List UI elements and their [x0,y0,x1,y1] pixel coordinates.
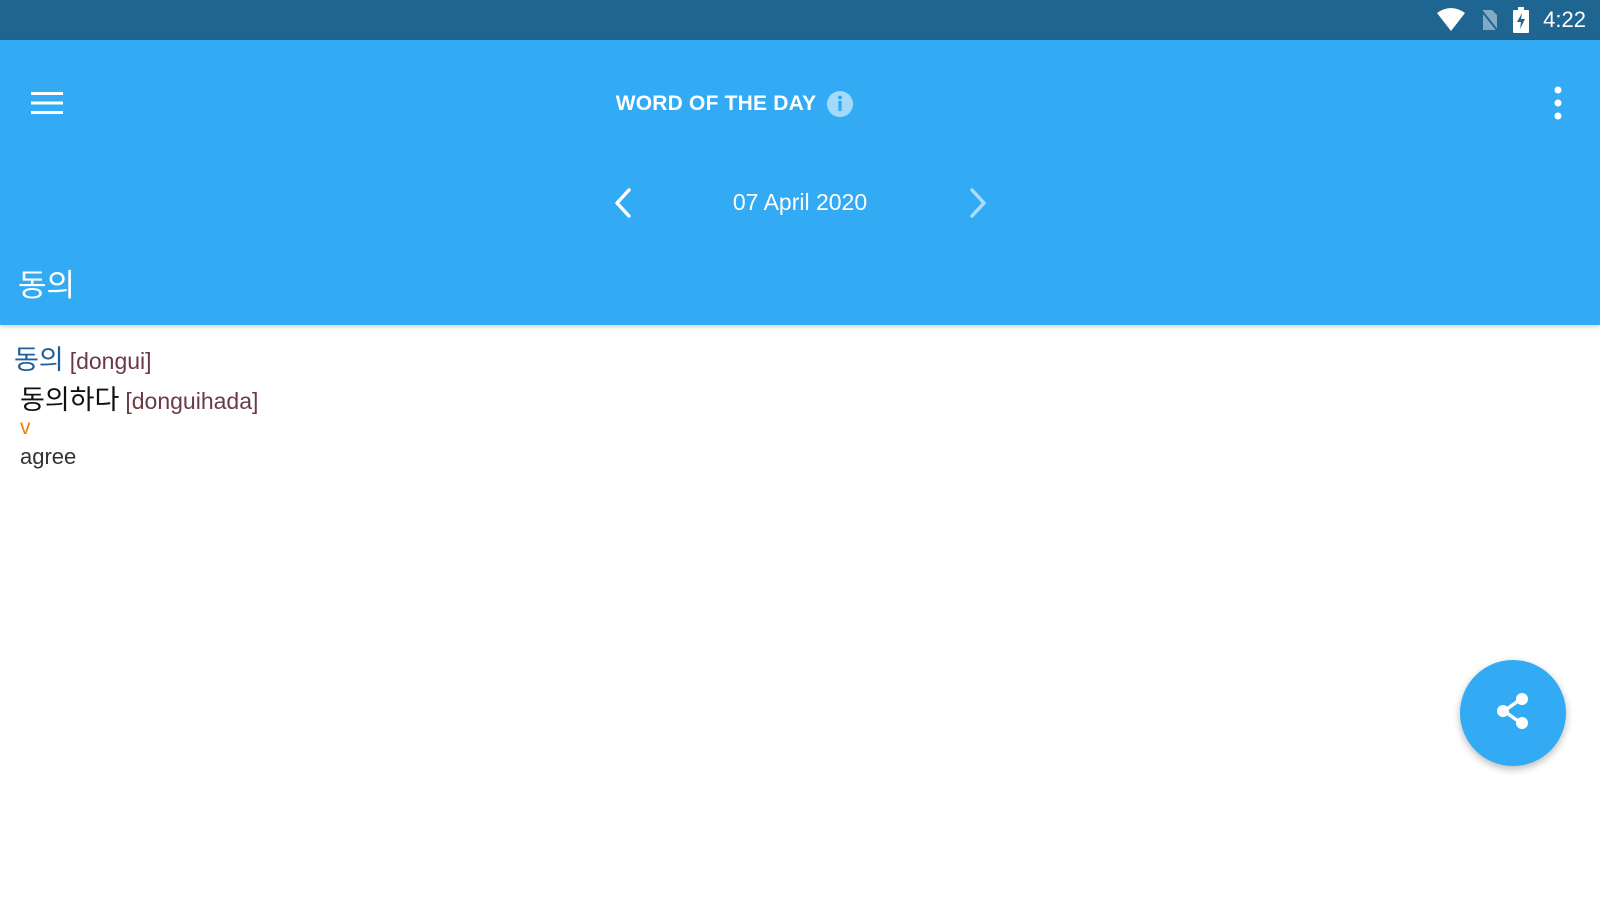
current-date: 07 April 2020 [732,189,868,215]
previous-day-button[interactable] [603,185,643,225]
battery-charging-icon [1513,7,1530,33]
status-bar: 4:22 [0,0,1600,40]
derived-romanization: [donguihada] [125,388,259,414]
info-icon[interactable] [826,90,854,118]
status-time: 4:22 [1543,7,1586,32]
derived-line: 동의하다 [donguihada] [20,378,258,417]
date-navigation: 07 April 2020 [0,180,1600,230]
page-title: WORD OF THE DAY [615,92,817,115]
title-row: WORD OF THE DAY [0,90,1600,118]
no-sim-icon [1479,8,1499,32]
chevron-left-icon [614,188,632,222]
share-button[interactable] [1460,660,1566,766]
headword-romanization: [dongui] [69,348,152,374]
overflow-menu-button[interactable] [1538,80,1578,130]
status-icons: 4:22 [1437,7,1586,33]
wifi-icon [1437,8,1466,32]
share-icon [1491,689,1535,737]
definition: agree [20,444,77,469]
chevron-right-icon [969,188,987,222]
headword: 동의 [14,345,64,376]
more-vert-icon [1554,86,1562,124]
part-of-speech: v [20,416,31,439]
headword-line: 동의 [dongui] [14,338,152,377]
next-day-button[interactable] [958,185,998,225]
app-bar: WORD OF THE DAY 07 April 2020 동의 [0,40,1600,325]
word-of-day-heading: 동의 [18,268,76,304]
derived-word: 동의하다 [20,385,120,416]
